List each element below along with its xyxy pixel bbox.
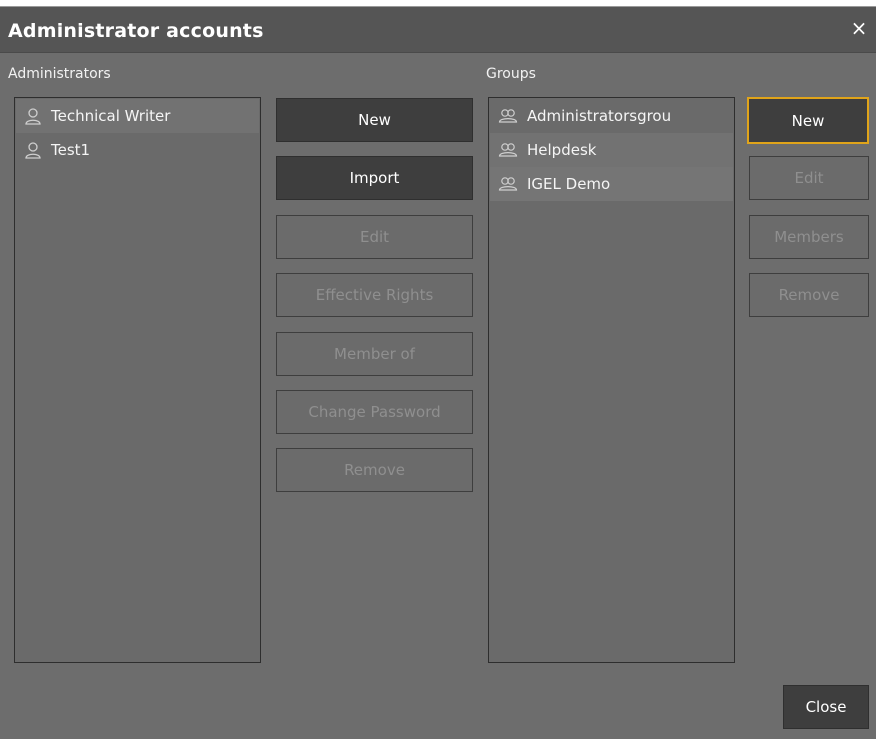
administrator-accounts-dialog: Administrator accounts × Administrators …: [0, 6, 876, 739]
list-item-label: Helpdesk: [527, 141, 597, 159]
groups-label: Groups: [486, 66, 536, 82]
close-icon[interactable]: ×: [848, 17, 870, 39]
group-remove-button[interactable]: Remove: [749, 273, 869, 317]
list-item-test1[interactable]: Test1: [16, 133, 259, 167]
admin-remove-button[interactable]: Remove: [276, 448, 473, 492]
groups-list[interactable]: Administratorsgrou Helpdesk IGEL Demo: [488, 97, 735, 663]
admin-import-button[interactable]: Import: [276, 156, 473, 200]
list-item-technical-writer[interactable]: Technical Writer: [16, 99, 259, 133]
list-item-label: Test1: [51, 141, 91, 159]
group-icon: [498, 109, 518, 123]
list-item-label: IGEL Demo: [527, 175, 611, 193]
list-item-label: Administratorsgrou: [527, 107, 672, 125]
effective-rights-button[interactable]: Effective Rights: [276, 273, 473, 317]
group-icon: [498, 143, 518, 157]
group-new-button[interactable]: New: [747, 97, 869, 144]
admin-edit-button[interactable]: Edit: [276, 215, 473, 259]
user-icon: [25, 108, 41, 125]
change-password-button[interactable]: Change Password: [276, 390, 473, 434]
admin-new-button[interactable]: New: [276, 98, 473, 142]
member-of-button[interactable]: Member of: [276, 332, 473, 376]
administrators-label: Administrators: [8, 66, 111, 82]
administrators-list[interactable]: Technical Writer Test1: [14, 97, 261, 663]
dialog-title: Administrator accounts: [8, 20, 264, 42]
list-item-label: Technical Writer: [51, 107, 171, 125]
list-item-igel-demo[interactable]: IGEL Demo: [490, 167, 733, 201]
dialog-titlebar: Administrator accounts ×: [0, 7, 876, 53]
close-button[interactable]: Close: [783, 685, 869, 729]
list-item-helpdesk[interactable]: Helpdesk: [490, 133, 733, 167]
group-icon: [498, 177, 518, 191]
user-icon: [25, 142, 41, 159]
list-item-administratorsgroup[interactable]: Administratorsgrou: [490, 99, 733, 133]
group-edit-button[interactable]: Edit: [749, 156, 869, 200]
members-button[interactable]: Members: [749, 215, 869, 259]
